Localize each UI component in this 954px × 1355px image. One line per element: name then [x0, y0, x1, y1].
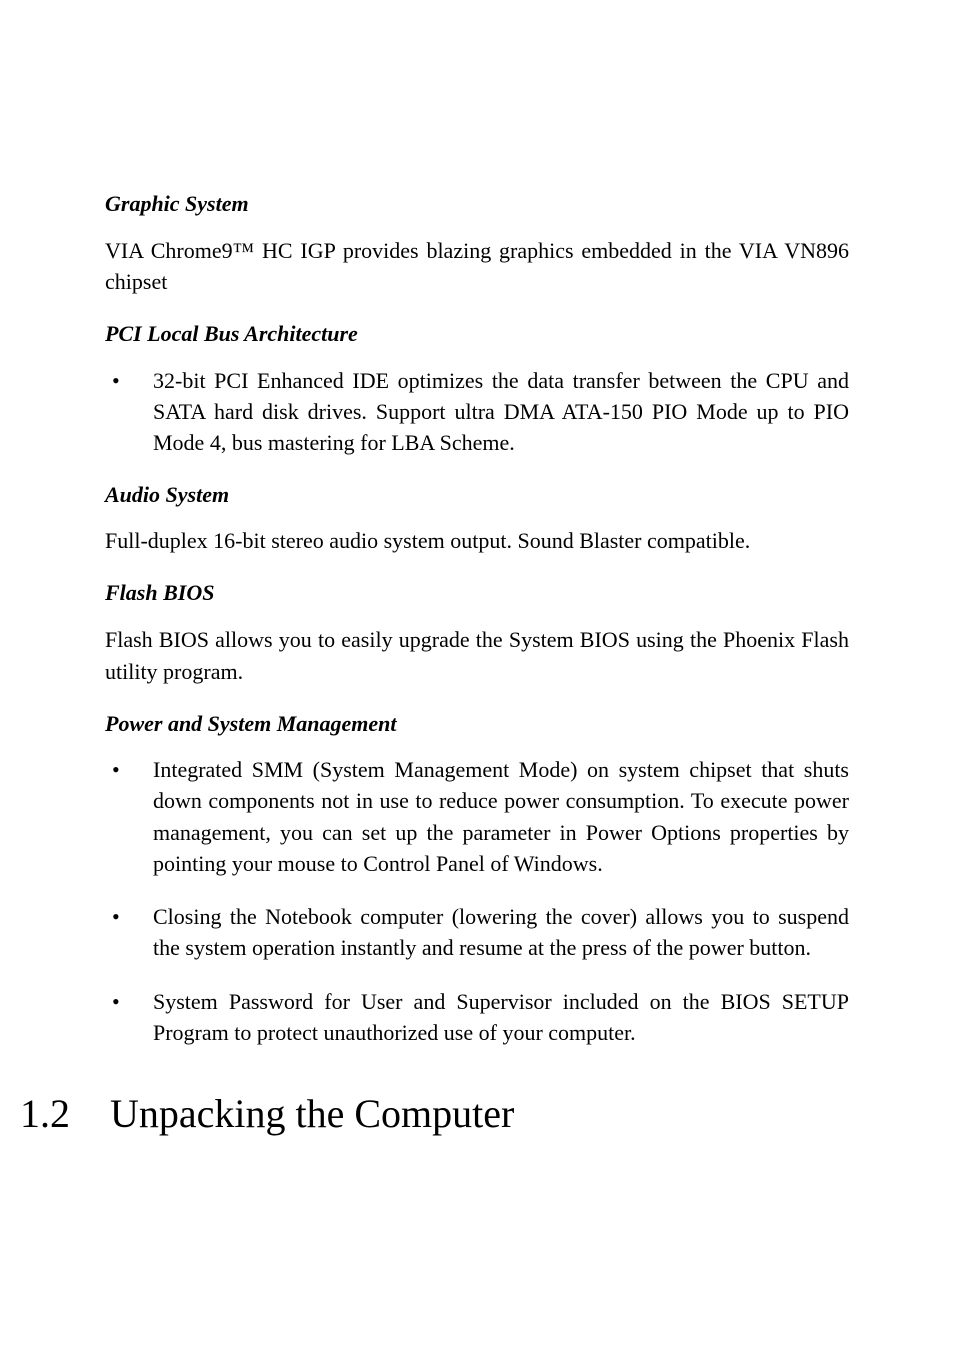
document-page: Graphic System VIA Chrome9™ HC IGP provi… [0, 0, 954, 1137]
list-item: 32-bit PCI Enhanced IDE optimizes the da… [105, 365, 849, 459]
section-number: 1.2 [20, 1090, 70, 1137]
list-pci: 32-bit PCI Enhanced IDE optimizes the da… [105, 365, 849, 459]
paragraph-graphic-system: VIA Chrome9™ HC IGP provides blazing gra… [105, 235, 849, 299]
heading-power-management: Power and System Management [105, 710, 849, 739]
list-item: Closing the Notebook computer (lowering … [105, 901, 849, 963]
section-heading: 1.2Unpacking the Computer [105, 1090, 849, 1137]
list-item: Integrated SMM (System Management Mode) … [105, 754, 849, 879]
heading-audio: Audio System [105, 481, 849, 510]
paragraph-audio: Full-duplex 16-bit stereo audio system o… [105, 525, 849, 557]
paragraph-flash-bios: Flash BIOS allows you to easily upgrade … [105, 624, 849, 688]
list-power-management: Integrated SMM (System Management Mode) … [105, 754, 849, 1048]
heading-flash-bios: Flash BIOS [105, 579, 849, 608]
heading-graphic-system: Graphic System [105, 190, 849, 219]
section-title-text: Unpacking the Computer [110, 1091, 514, 1136]
list-item: System Password for User and Supervisor … [105, 986, 849, 1048]
heading-pci: PCI Local Bus Architecture [105, 320, 849, 349]
